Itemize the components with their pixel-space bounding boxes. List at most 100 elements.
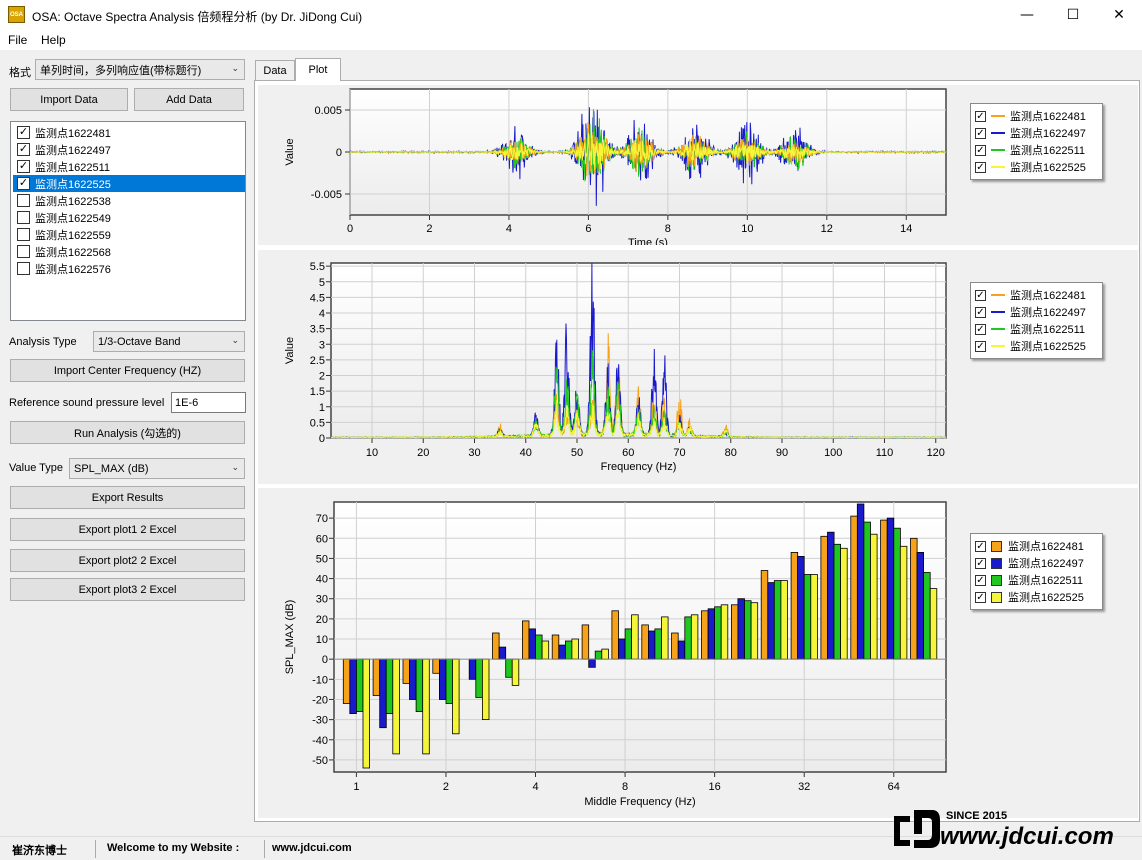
ref-pressure-input[interactable]: 1E-6 (171, 392, 246, 413)
legend-item[interactable]: ✓ 监测点1622525 (975, 338, 1086, 354)
legend-item[interactable]: ✓ 监测点1622497 (975, 125, 1086, 141)
station-list-item[interactable]: 监测点1622549 (13, 209, 245, 226)
bar[interactable] (409, 658, 417, 700)
tab-plot[interactable]: Plot (295, 58, 341, 81)
bar[interactable] (827, 531, 835, 660)
bar[interactable] (684, 616, 692, 660)
checkbox-unchecked-icon[interactable] (17, 194, 30, 207)
bar[interactable] (803, 574, 812, 660)
bar[interactable] (810, 574, 818, 660)
bar[interactable] (916, 552, 924, 660)
close-button[interactable]: ✕ (1096, 0, 1142, 30)
bar[interactable] (349, 658, 357, 714)
bar[interactable] (820, 535, 828, 660)
checkbox-unchecked-icon[interactable] (17, 211, 30, 224)
import-data-button[interactable]: Import Data (10, 88, 128, 111)
bar[interactable] (432, 658, 440, 674)
bar[interactable] (790, 552, 799, 660)
status-website-link[interactable]: www.jdcui.com (272, 842, 352, 854)
bar[interactable] (923, 572, 931, 660)
bar[interactable] (588, 658, 596, 668)
checkbox-unchecked-icon[interactable] (17, 245, 30, 258)
bar[interactable] (773, 580, 782, 660)
checkbox-checked-icon[interactable]: ✓ (17, 126, 30, 139)
station-list-item[interactable]: ✓ 监测点1622497 (13, 141, 245, 158)
bar[interactable] (899, 545, 908, 660)
bar[interactable] (498, 646, 507, 660)
menu-file[interactable]: File (8, 33, 27, 47)
bar[interactable] (611, 610, 619, 660)
checkbox-checked-icon[interactable]: ✓ (975, 144, 986, 156)
bar[interactable] (372, 658, 381, 696)
bar[interactable] (929, 588, 938, 660)
bar[interactable] (551, 634, 560, 660)
bar[interactable] (564, 640, 573, 660)
bar[interactable] (737, 598, 745, 660)
bar[interactable] (379, 658, 387, 729)
bar[interactable] (760, 570, 769, 660)
checkbox-checked-icon[interactable]: ✓ (975, 306, 986, 318)
checkbox-checked-icon[interactable]: ✓ (975, 591, 986, 603)
bar[interactable] (863, 521, 871, 660)
bar[interactable] (415, 658, 424, 712)
bar[interactable] (671, 632, 679, 660)
checkbox-checked-icon[interactable]: ✓ (17, 177, 30, 190)
station-list[interactable]: ✓ 监测点1622481 ✓ 监测点1622497 ✓ 监测点1622511 ✓ 监测点162… (10, 121, 246, 321)
tab-data[interactable]: Data (255, 60, 295, 80)
checkbox-checked-icon[interactable]: ✓ (975, 557, 986, 569)
legend-item[interactable]: ✓ 监测点1622525 (975, 589, 1084, 605)
station-list-item[interactable]: 监测点1622576 (13, 260, 245, 277)
bar[interactable] (468, 658, 477, 680)
checkbox-unchecked-icon[interactable] (17, 228, 30, 241)
bar[interactable] (910, 537, 918, 660)
bar[interactable] (475, 658, 483, 698)
bar[interactable] (767, 582, 775, 660)
format-select[interactable]: 单列时间，多列响应值(带标题行) ⌄ (35, 59, 245, 80)
bar[interactable] (880, 519, 888, 660)
bar[interactable] (780, 580, 788, 660)
import-center-frequency-button[interactable]: Import Center Frequency (HZ) (10, 359, 245, 382)
bar[interactable] (797, 556, 805, 660)
bar[interactable] (654, 628, 662, 660)
legend-item[interactable]: ✓ 监测点1622511 (975, 572, 1083, 588)
bar[interactable] (342, 658, 351, 704)
bar[interactable] (511, 658, 520, 686)
export-results-button[interactable]: Export Results (10, 486, 245, 509)
bar[interactable] (581, 624, 590, 660)
bar[interactable] (481, 658, 490, 720)
station-list-item[interactable]: ✓ 监测点1622481 (13, 124, 245, 141)
bar[interactable] (558, 644, 566, 660)
minimize-button[interactable]: — (1004, 0, 1050, 30)
bar[interactable] (661, 616, 669, 660)
bar[interactable] (624, 628, 633, 660)
checkbox-checked-icon[interactable]: ✓ (17, 143, 30, 156)
bar[interactable] (730, 604, 739, 660)
legend-item[interactable]: ✓ 监测点1622481 (975, 108, 1086, 124)
bar[interactable] (707, 608, 716, 660)
checkbox-checked-icon[interactable]: ✓ (17, 160, 30, 173)
legend-item[interactable]: ✓ 监测点1622511 (975, 321, 1085, 337)
checkbox-checked-icon[interactable]: ✓ (975, 540, 986, 552)
bar[interactable] (701, 610, 709, 660)
legend-item[interactable]: ✓ 监测点1622481 (975, 538, 1084, 554)
run-analysis-button[interactable]: Run Analysis (勾选的) (10, 421, 245, 444)
bar[interactable] (720, 604, 729, 660)
checkbox-unchecked-icon[interactable] (17, 262, 30, 275)
octave-bar-chart[interactable]: -50 -40 -30 -20 -10 0 10 20 30 40 50 60 70 1 2 4 8 16 32 64… (258, 488, 958, 818)
bar[interactable] (362, 658, 370, 769)
bar[interactable] (641, 624, 649, 660)
analysis-type-select[interactable]: 1/3-Octave Band ⌄ (93, 331, 245, 352)
checkbox-checked-icon[interactable]: ✓ (975, 340, 986, 352)
bar[interactable] (571, 638, 579, 660)
bar[interactable] (541, 640, 550, 660)
bar[interactable] (856, 503, 865, 660)
bar[interactable] (677, 640, 686, 660)
bar[interactable] (505, 658, 513, 678)
station-list-item[interactable]: ✓ 监测点1622525 (13, 175, 245, 192)
station-list-item[interactable]: 监测点1622538 (13, 192, 245, 209)
bar[interactable] (452, 658, 460, 735)
export-plot3-button[interactable]: Export plot3 2 Excel (10, 578, 245, 601)
legend-item[interactable]: ✓ 监测点1622497 (975, 555, 1084, 571)
checkbox-checked-icon[interactable]: ✓ (975, 289, 986, 301)
maximize-button[interactable]: ☐ (1050, 0, 1096, 30)
